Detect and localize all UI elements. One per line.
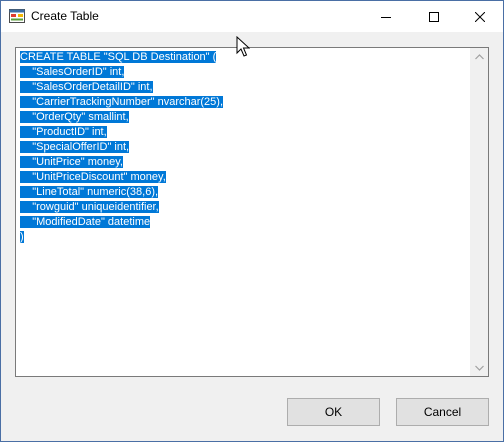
- app-form-icon[interactable]: [9, 9, 25, 23]
- vertical-scrollbar[interactable]: [470, 48, 488, 376]
- sql-script-textbox[interactable]: CREATE TABLE "SQL DB Destination" ( "Sal…: [15, 47, 489, 377]
- maximize-icon: [429, 11, 439, 22]
- chevron-up-icon: [475, 53, 484, 59]
- maximize-button[interactable]: [411, 1, 457, 32]
- cancel-button[interactable]: Cancel: [396, 398, 489, 426]
- close-button[interactable]: [457, 1, 503, 32]
- sql-line: "rowguid" uniqueidentifier,: [20, 201, 159, 213]
- sql-line: ): [20, 231, 24, 243]
- sql-script-text[interactable]: CREATE TABLE "SQL DB Destination" ( "Sal…: [20, 50, 470, 245]
- sql-line: "SalesOrderID" int,: [20, 66, 125, 78]
- create-table-dialog: Create Table CREATE TABLE "SQL DB Destin…: [0, 0, 504, 442]
- chevron-down-icon: [475, 365, 484, 371]
- sql-line: "UnitPriceDiscount" money,: [20, 171, 166, 183]
- sql-line: "LineTotal" numeric(38,6),: [20, 186, 159, 198]
- dialog-body: CREATE TABLE "SQL DB Destination" ( "Sal…: [1, 32, 503, 441]
- minimize-icon: [381, 16, 391, 18]
- sql-line: "ModifiedDate" datetime: [20, 216, 151, 228]
- sql-line: "SalesOrderDetailID" int,: [20, 81, 153, 93]
- sql-line: "CarrierTrackingNumber" nvarchar(25),: [20, 96, 224, 108]
- minimize-button[interactable]: [363, 1, 409, 32]
- sql-line: "ProductID" int,: [20, 126, 107, 138]
- ok-button[interactable]: OK: [287, 398, 380, 426]
- scroll-up-button[interactable]: [471, 48, 488, 65]
- mouse-pointer-icon: [236, 36, 250, 57]
- title-bar[interactable]: Create Table: [1, 1, 503, 32]
- window-title: Create Table: [31, 9, 99, 23]
- sql-line: "OrderQty" smallint,: [20, 111, 129, 123]
- sql-line: "UnitPrice" money,: [20, 156, 123, 168]
- scroll-down-button[interactable]: [471, 359, 488, 376]
- sql-line: "SpecialOfferID" int,: [20, 141, 130, 153]
- close-icon: [475, 11, 485, 22]
